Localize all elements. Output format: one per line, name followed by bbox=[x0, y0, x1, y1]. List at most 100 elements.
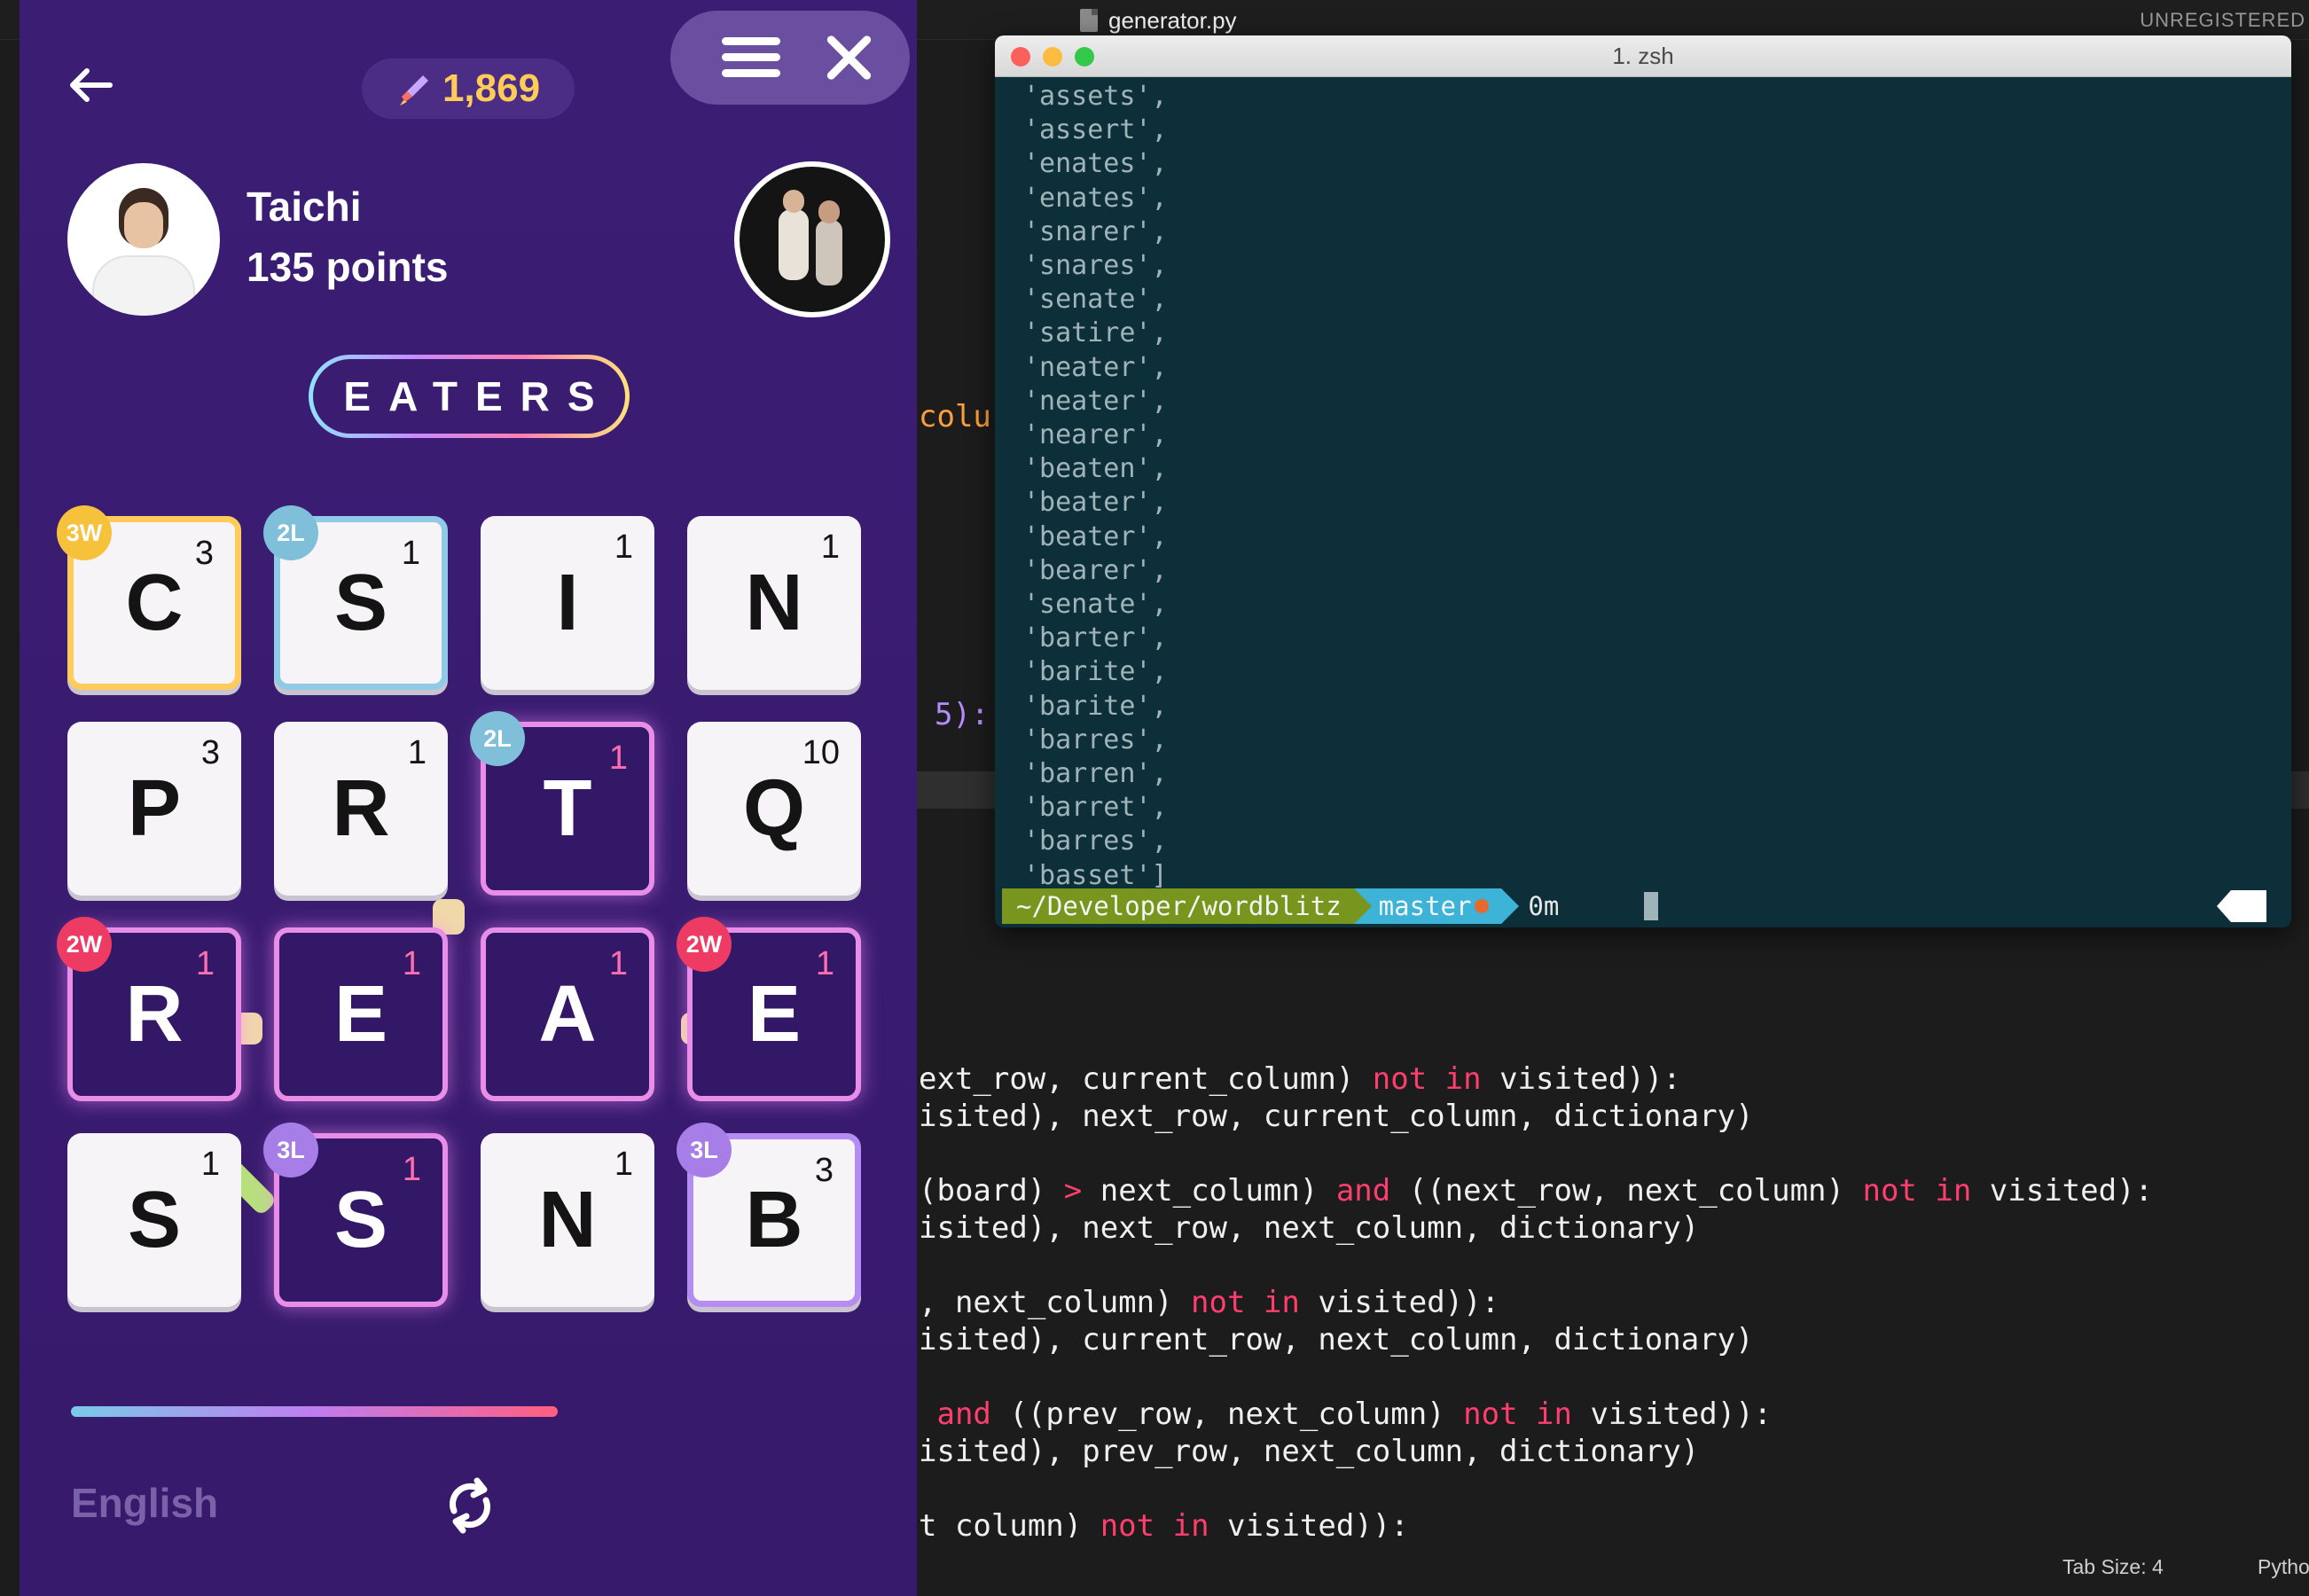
prompt-path-segment: ~/Developer/wordblitz bbox=[1002, 888, 1372, 924]
terminal-line: 'beater', bbox=[1023, 520, 1168, 552]
code-keyword: > bbox=[1063, 1173, 1083, 1209]
terminal-line: 'barter', bbox=[1023, 622, 1168, 654]
code-keyword: not bbox=[1862, 1173, 1917, 1209]
code-keyword: in bbox=[1935, 1173, 1972, 1209]
letter-tile[interactable]: N1 bbox=[687, 516, 861, 690]
letter-tile[interactable]: E1 bbox=[274, 927, 448, 1101]
syntax-language-indicator[interactable]: Python bbox=[2258, 1555, 2309, 1579]
tile-points: 1 bbox=[608, 739, 628, 777]
tile-letter: P bbox=[127, 763, 182, 853]
letter-tile[interactable]: P3 bbox=[67, 722, 241, 896]
time-progress-bar bbox=[71, 1406, 558, 1417]
editor-file-tab[interactable]: generator.py bbox=[1080, 5, 1237, 35]
code-text: ((next_row, next_column) bbox=[1390, 1173, 1863, 1209]
letter-tile[interactable]: Q 10 bbox=[687, 722, 861, 896]
tile-points: 1 bbox=[815, 945, 834, 982]
tile-points: 1 bbox=[407, 734, 427, 771]
terminal-line: 'barite', bbox=[1023, 690, 1168, 722]
back-button[interactable] bbox=[66, 60, 122, 117]
hamburger-menu-icon[interactable] bbox=[722, 37, 780, 78]
code-fragment-5: 5): bbox=[935, 697, 990, 732]
code-line: isited), next_row, next_column, dictiona… bbox=[919, 1209, 2153, 1247]
code-keyword: and bbox=[936, 1396, 991, 1432]
code-text: ((prev_row, next_column) bbox=[990, 1396, 1464, 1432]
terminal-output[interactable]: 'assets','assert','enates','enates','sna… bbox=[1023, 80, 1168, 893]
letter-tile[interactable]: A1 bbox=[481, 927, 654, 1101]
tile-points: 10 bbox=[802, 734, 840, 771]
code-text: visited)): bbox=[1299, 1285, 1500, 1320]
terminal-line: 'beater', bbox=[1023, 487, 1168, 519]
code-line: and ((prev_row, next_column) not in visi… bbox=[919, 1396, 2153, 1433]
terminal-line: 'bearer', bbox=[1023, 554, 1168, 586]
score-value: 1,869 bbox=[442, 66, 541, 110]
unregistered-label: UNREGISTERED bbox=[2140, 9, 2305, 31]
tile-points: 1 bbox=[195, 945, 215, 982]
terminal-window: 1. zsh 'assets','assert','enates','enate… bbox=[995, 35, 2291, 927]
tile-points: 1 bbox=[401, 535, 420, 572]
tile-letter: S bbox=[333, 1175, 388, 1264]
refresh-icon[interactable] bbox=[434, 1470, 505, 1541]
tile-letter: N bbox=[745, 558, 803, 647]
tile-letter: Q bbox=[742, 763, 805, 853]
shell-prompt: ~/Developer/wordblitz master 0m bbox=[1002, 888, 1572, 924]
tile-points: 3 bbox=[200, 734, 220, 771]
letter-tile[interactable]: S1 bbox=[67, 1133, 241, 1307]
tile-letter: E bbox=[747, 969, 802, 1059]
tile-points: 1 bbox=[608, 945, 628, 982]
code-fragment-colu: colu bbox=[919, 399, 991, 434]
letter-tile[interactable]: N1 bbox=[481, 1133, 654, 1307]
code-text: visited): bbox=[1971, 1173, 2154, 1209]
editor-file-tab-label: generator.py bbox=[1108, 6, 1237, 34]
code-text: isited), current_row, next_column, dicti… bbox=[919, 1322, 1754, 1357]
current-word-pill: EATERS bbox=[309, 355, 630, 438]
terminal-line: 'senate', bbox=[1023, 284, 1168, 316]
word-game-window: 1,869 Taichi 135 points EATERS C 3 3W S 1 2L I… bbox=[20, 0, 917, 1596]
code-text: isited), next_row, next_column, dictiona… bbox=[919, 1210, 1700, 1246]
code-line: (board) > next_column) and ((next_row, n… bbox=[919, 1172, 2153, 1209]
tile-letter: T bbox=[543, 763, 592, 853]
tile-points: 1 bbox=[820, 528, 840, 566]
language-label: English bbox=[71, 1480, 219, 1526]
code-editor[interactable]: ext_row, current_column) not in visited)… bbox=[919, 1060, 2153, 1545]
code-text: isited), next_row, current_column, dicti… bbox=[919, 1099, 1754, 1134]
code-text: (board) bbox=[919, 1173, 1064, 1209]
tile-letter: E bbox=[333, 969, 388, 1059]
terminal-line: 'barret', bbox=[1023, 792, 1168, 824]
terminal-line: 'assert', bbox=[1023, 114, 1168, 146]
tile-points: 1 bbox=[614, 1146, 633, 1183]
code-keyword: not bbox=[1191, 1285, 1246, 1320]
letter-tile[interactable]: R1 bbox=[274, 722, 448, 896]
tile-letter: R bbox=[332, 763, 390, 853]
tile-letter: R bbox=[125, 969, 184, 1059]
tile-letter: A bbox=[538, 969, 597, 1059]
letter-board: C 3 3W S 1 2L I 1 N 1 P 3 R 1 T 1 2L Q 10 R 1 2W E 1 A 1 E 1 2W S 1 S 1 3… bbox=[57, 505, 890, 1321]
close-icon[interactable] bbox=[823, 32, 874, 83]
terminal-cursor bbox=[1644, 892, 1658, 920]
tile-letter: S bbox=[127, 1175, 182, 1264]
terminal-line: 'barren', bbox=[1023, 758, 1168, 790]
player-name: Taichi bbox=[247, 184, 362, 230]
tile-letter: B bbox=[745, 1175, 803, 1264]
bonus-badge: 3L bbox=[677, 1123, 732, 1177]
code-line: isited), prev_row, next_column, dictiona… bbox=[919, 1433, 2153, 1470]
terminal-line: 'snarer', bbox=[1023, 215, 1168, 247]
code-line: , next_column) not in visited)): bbox=[919, 1284, 2153, 1321]
tab-size-indicator[interactable]: Tab Size: 4 bbox=[2062, 1555, 2164, 1579]
rocket-icon bbox=[399, 75, 428, 106]
bonus-badge: 3W bbox=[57, 505, 112, 560]
opponent-avatar bbox=[734, 161, 890, 317]
tile-points: 3 bbox=[194, 535, 214, 572]
prompt-branch-segment: master bbox=[1353, 888, 1520, 924]
menu-pill bbox=[670, 11, 910, 105]
terminal-line: 'snares', bbox=[1023, 250, 1168, 282]
letter-tile[interactable]: I1 bbox=[481, 516, 654, 690]
prompt-path: ~/Developer/wordblitz bbox=[1016, 891, 1342, 921]
back-arrow-icon bbox=[70, 68, 113, 102]
score-display: 1,869 bbox=[362, 59, 575, 119]
